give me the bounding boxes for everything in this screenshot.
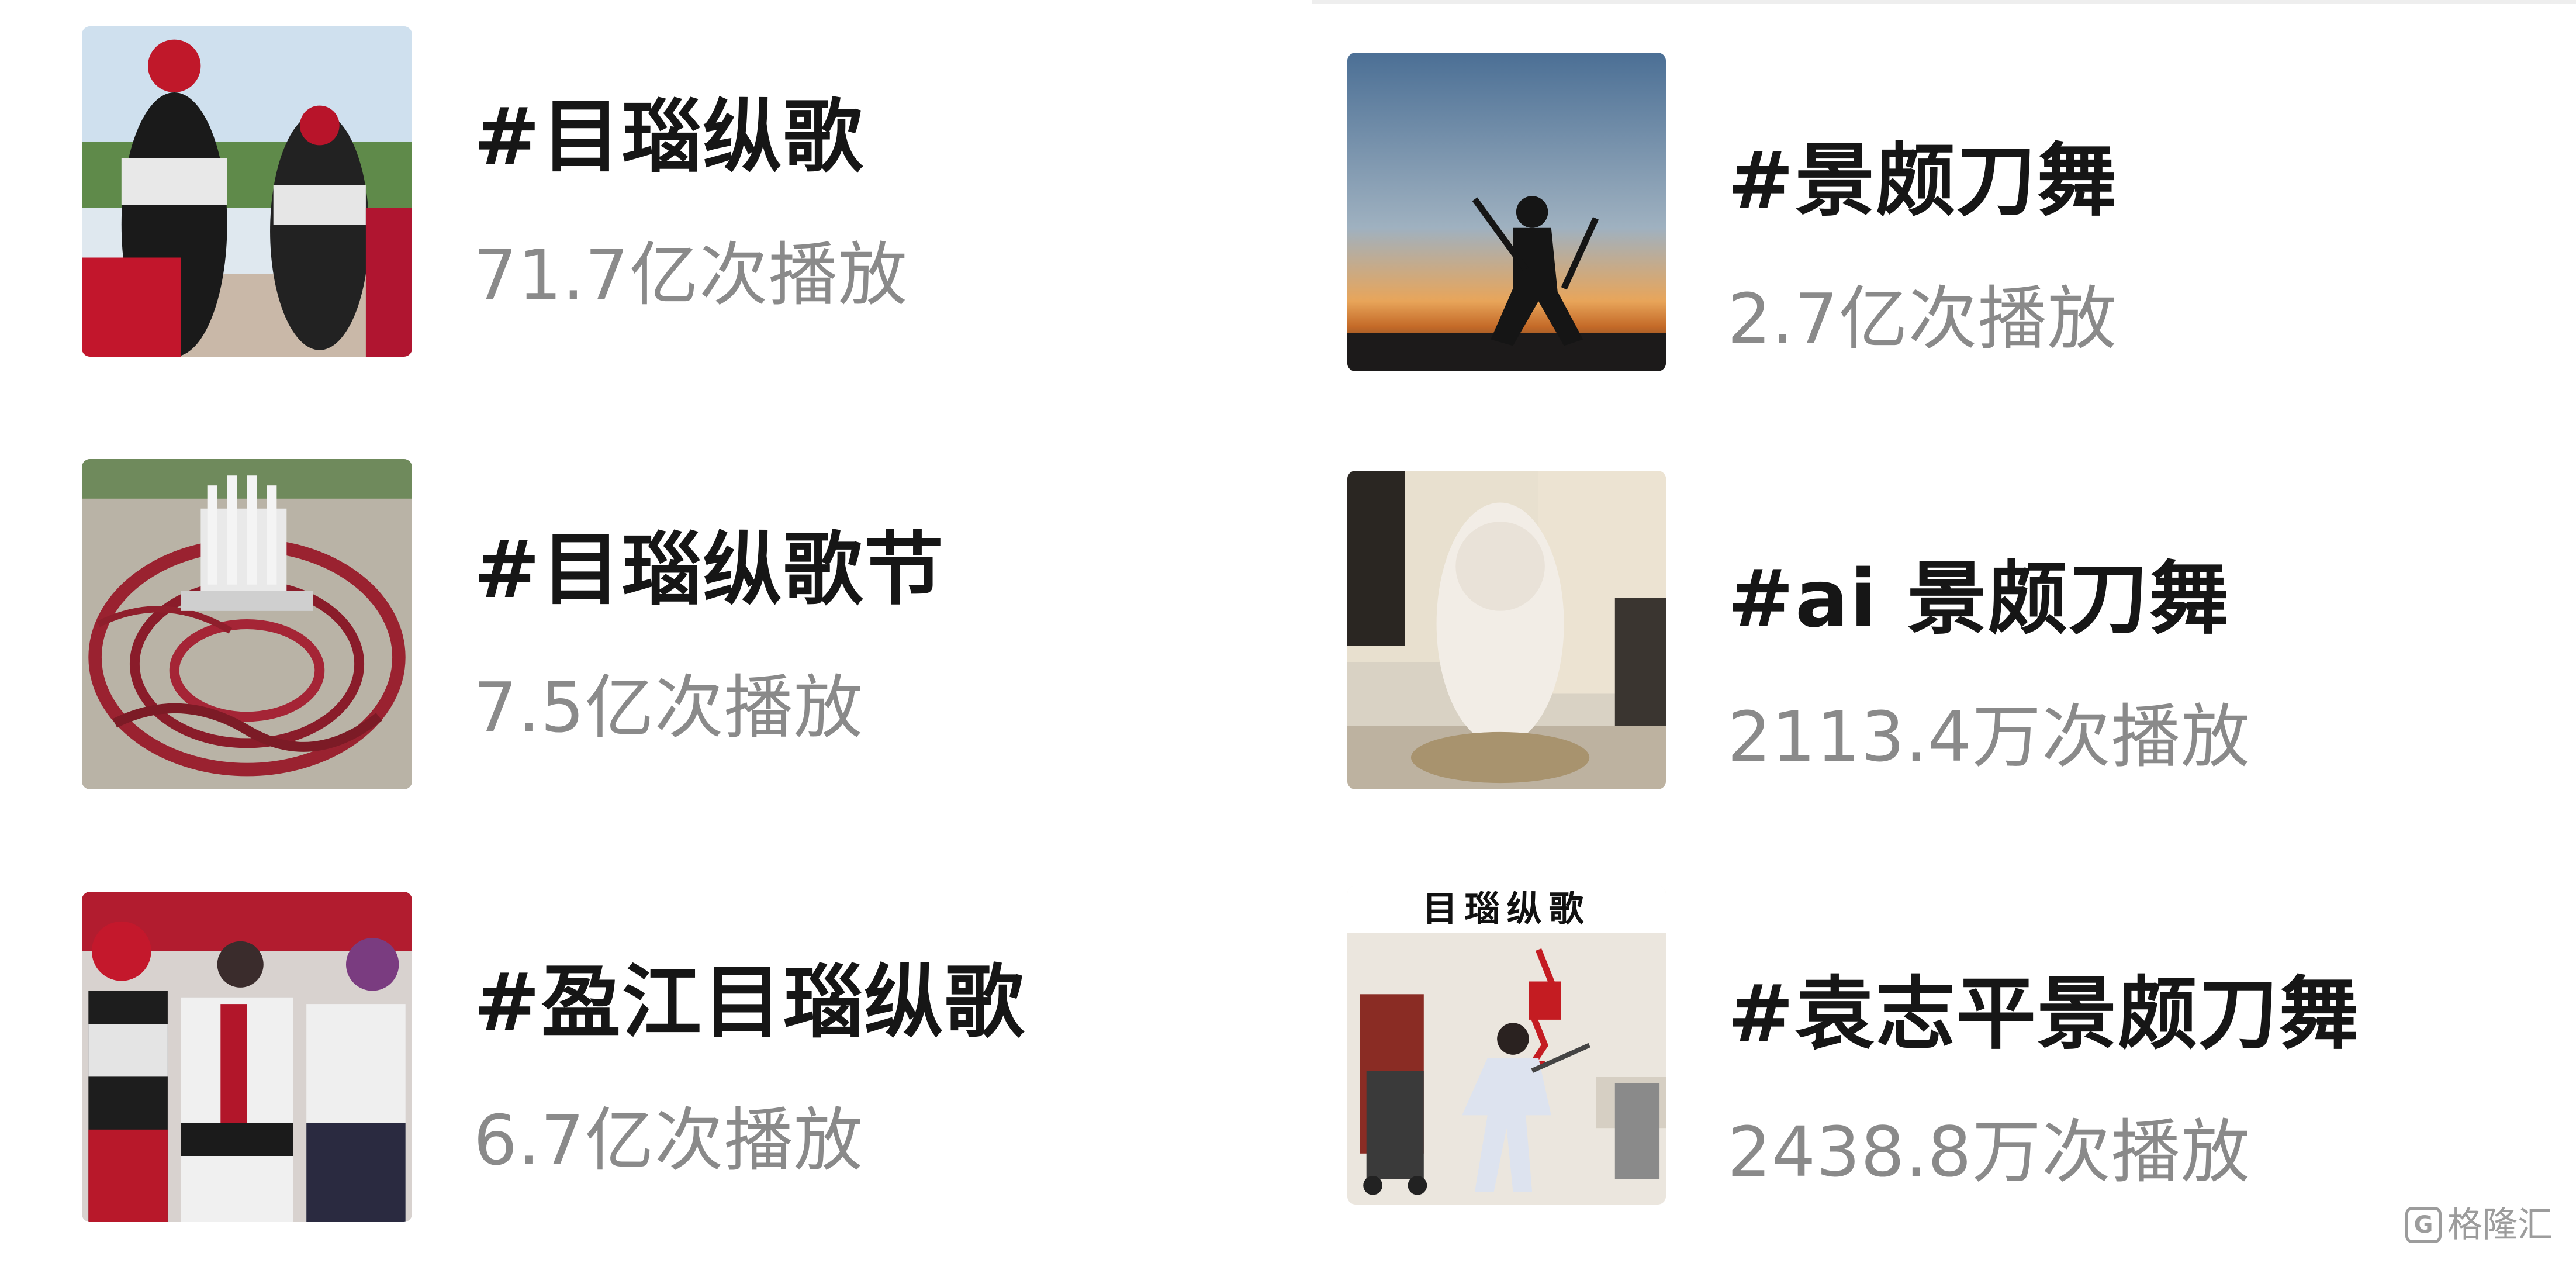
thumbnail-caption: 目瑙纵歌 (1347, 886, 1666, 933)
topic-thumbnail (1347, 53, 1666, 371)
topic-item-2-right[interactable]: 目瑙纵歌 #袁志平景颇刀舞 2438.8万次播放 (1347, 886, 2458, 1207)
topic-title: #景颇刀舞 (1727, 135, 2118, 227)
topic-title: #袁志平景颇刀舞 (1727, 968, 2360, 1061)
topic-play-count: 7.5亿次播放 (473, 667, 863, 748)
topic-play-count: 2438.8万次播放 (1727, 1112, 2250, 1192)
watermark-text: 格隆汇 (2447, 1205, 2553, 1245)
topic-item-1-left[interactable]: #目瑙纵歌节 7.5亿次播放 (82, 459, 1192, 792)
g-logo-icon: G (2405, 1207, 2442, 1243)
topic-play-count: 2.7亿次播放 (1727, 278, 2117, 359)
topic-title: #目瑙纵歌节 (473, 524, 945, 616)
topic-item-2-left[interactable]: #盈江目瑙纵歌 6.7亿次播放 (82, 892, 1192, 1225)
topic-item-1-right[interactable]: #ai 景颇刀舞 2113.4万次播放 (1347, 471, 2458, 792)
topic-title: #盈江目瑙纵歌 (473, 957, 1025, 1049)
topic-play-count: 71.7亿次播放 (473, 234, 908, 315)
topic-thumbnail: 目瑙纵歌 (1347, 886, 1666, 1205)
topic-play-count: 6.7亿次播放 (473, 1100, 863, 1181)
topic-thumbnail (1347, 471, 1666, 789)
topic-item-0-left[interactable]: #目瑙纵歌 71.7亿次播放 (82, 26, 1192, 360)
topic-list-page: #目瑙纵歌 71.7亿次播放 #目瑙纵歌节 7.5亿次播放 #盈江目瑙纵歌 6.… (0, 0, 2576, 1263)
topic-item-0-right[interactable]: #景颇刀舞 2.7亿次播放 (1347, 53, 2458, 374)
topic-play-count: 2113.4万次播放 (1727, 696, 2250, 777)
topic-title: #目瑙纵歌 (473, 91, 864, 184)
topic-thumbnail (82, 892, 412, 1222)
topic-thumbnail (82, 26, 412, 357)
topic-title: #ai 景颇刀舞 (1727, 553, 2230, 646)
topic-thumbnail (82, 459, 412, 789)
watermark: G 格隆汇 (2405, 1205, 2553, 1245)
top-divider (1312, 0, 2576, 4)
